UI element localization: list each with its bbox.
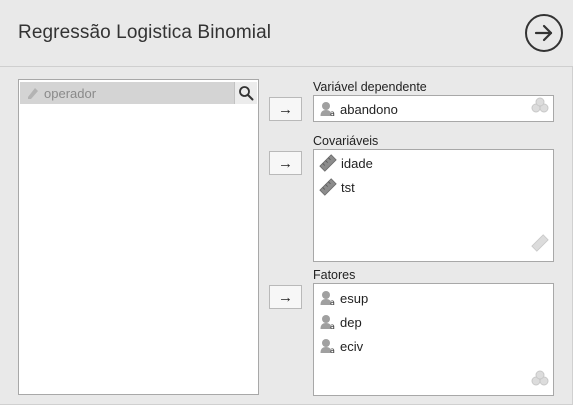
factor-item-label: esup	[340, 290, 369, 306]
factors-box[interactable]: a esup a dep a eciv	[313, 283, 554, 396]
nominal-icon: a	[319, 101, 336, 117]
ruler-icon	[319, 154, 337, 172]
svg-text:a: a	[330, 346, 335, 354]
pencil-icon	[26, 86, 40, 100]
list-item[interactable]: a dep	[319, 312, 362, 332]
move-to-dependent-button[interactable]: →	[269, 97, 302, 121]
ruler-icon	[319, 178, 337, 196]
covariate-item-label: tst	[341, 179, 355, 195]
nominal-icon: a	[319, 290, 336, 306]
list-item[interactable]: a abandono	[319, 99, 398, 119]
dependent-item-label: abandono	[340, 101, 398, 117]
title-bar: Regressão Logistica Binomial	[0, 0, 573, 66]
list-item[interactable]: a eciv	[319, 336, 363, 356]
list-item[interactable]: idade	[319, 153, 373, 173]
covariates-box[interactable]: idade tst	[313, 149, 554, 262]
dependent-label: Variável dependente	[313, 80, 427, 94]
title-divider	[0, 66, 573, 67]
factors-label: Fatores	[313, 268, 356, 282]
move-to-factors-button[interactable]: →	[269, 285, 302, 309]
window-title: Regressão Logistica Binomial	[18, 22, 272, 43]
source-item-label: operador	[44, 85, 97, 101]
source-item-operador[interactable]: operador	[20, 82, 257, 104]
nominal-type-hint-icon	[531, 370, 549, 391]
list-item[interactable]: tst	[319, 177, 355, 197]
arrow-circle-right-icon[interactable]	[525, 14, 563, 52]
search-icon[interactable]	[234, 82, 257, 104]
factor-item-label: eciv	[340, 338, 364, 354]
factor-item-label: dep	[340, 314, 362, 330]
covariate-item-label: idade	[341, 155, 373, 171]
svg-text:a: a	[330, 298, 335, 306]
list-item[interactable]: a esup	[319, 288, 368, 308]
move-to-covariates-button[interactable]: →	[269, 151, 302, 175]
nominal-type-hint-icon	[531, 97, 549, 118]
source-variable-list[interactable]: operador	[18, 79, 259, 395]
svg-text:a: a	[330, 322, 335, 330]
nominal-icon: a	[319, 338, 336, 354]
covariates-label: Covariáveis	[313, 134, 379, 148]
dependent-variable-box[interactable]: a abandono	[313, 95, 554, 122]
ruler-type-hint-icon	[531, 234, 549, 257]
svg-text:a: a	[330, 109, 335, 117]
nominal-icon: a	[319, 314, 336, 330]
